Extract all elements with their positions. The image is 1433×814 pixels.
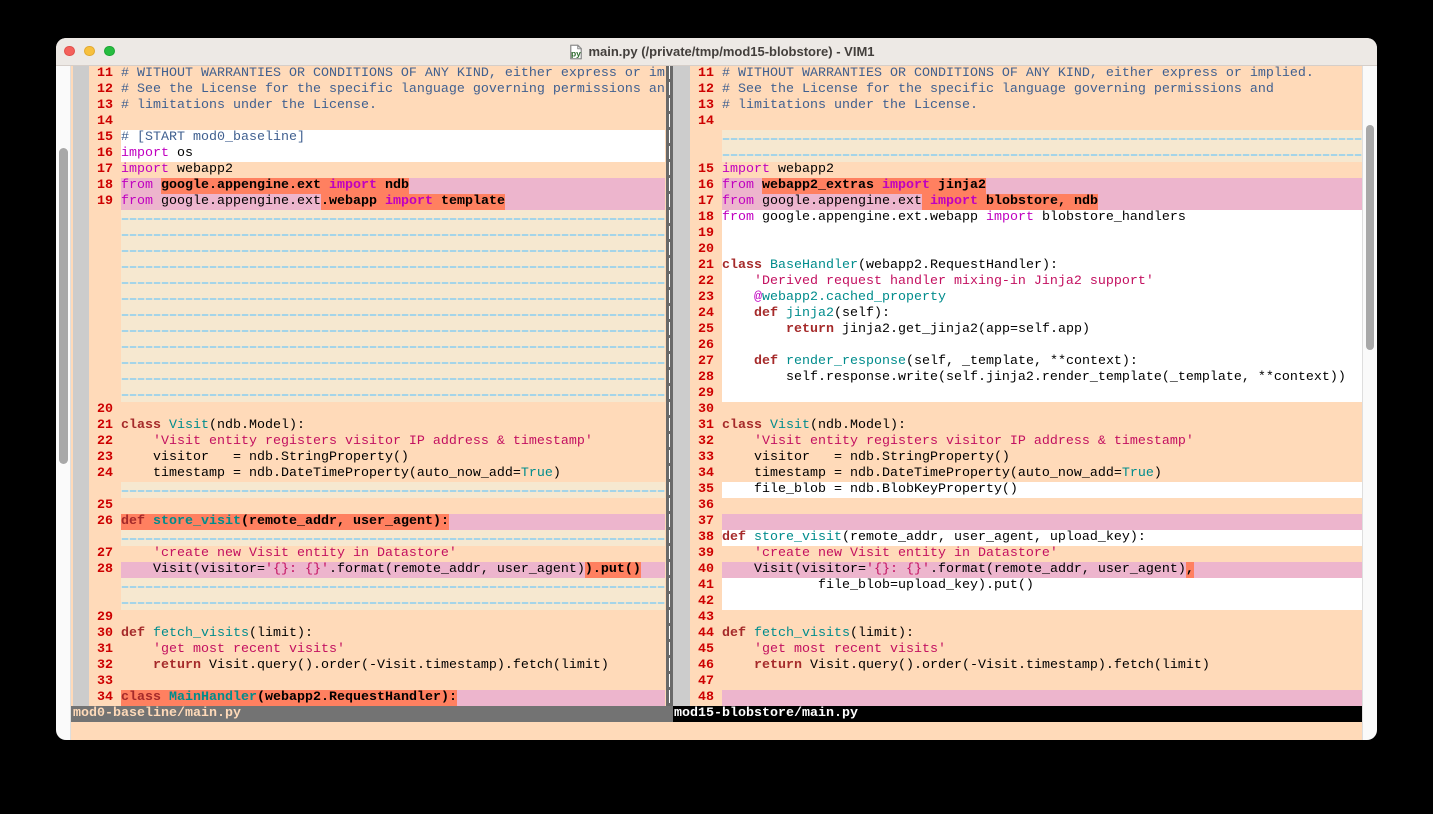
- svg-text:py: py: [571, 48, 581, 58]
